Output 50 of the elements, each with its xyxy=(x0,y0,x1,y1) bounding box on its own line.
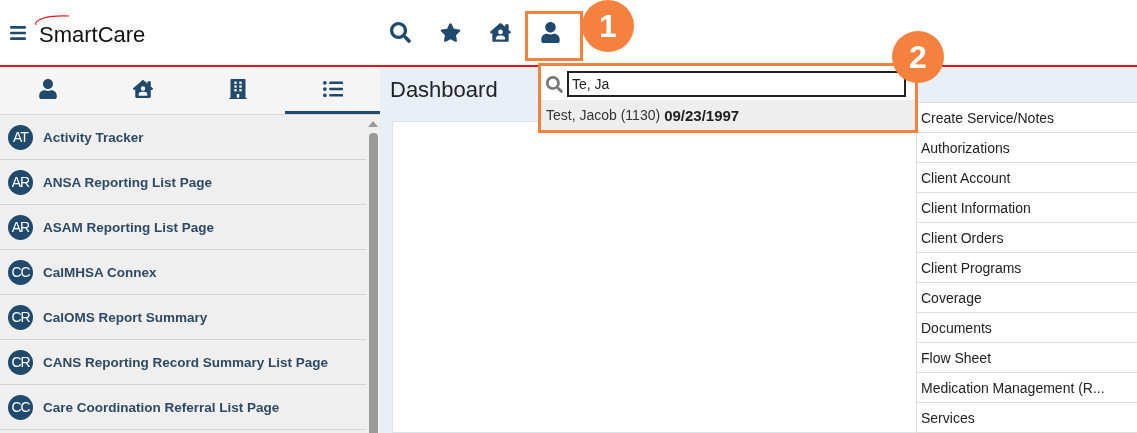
item-label: CANS Reporting Record Summary List Page xyxy=(43,354,329,370)
menu-item[interactable]: Medication Management (R... xyxy=(917,373,1137,403)
menu-item[interactable]: Client Account xyxy=(917,163,1137,193)
client-dob: 09/23/1997 xyxy=(664,106,740,124)
menu-item[interactable]: Client Orders xyxy=(917,223,1137,253)
scroll-thumb[interactable] xyxy=(368,133,378,433)
menu-item[interactable]: Services xyxy=(917,403,1137,433)
menu-item[interactable]: Create Service/Notes xyxy=(917,103,1137,133)
page-title: Dashboard xyxy=(390,77,498,103)
item-label: CalMHSA Connex xyxy=(43,264,157,280)
menu-icon[interactable] xyxy=(9,23,27,42)
menu-item[interactable]: Client Programs xyxy=(917,253,1137,283)
item-label: ANSA Reporting List Page xyxy=(43,174,212,190)
initials-avatar: CR xyxy=(8,349,33,375)
sidebar-item[interactable]: CR CANS Reporting Record Summary List Page xyxy=(0,340,366,385)
search-result[interactable]: Test, Jacob (1130) 09/23/1997 xyxy=(540,100,916,130)
menu-item[interactable]: Client Information xyxy=(917,193,1137,223)
house-icon[interactable] xyxy=(488,20,512,45)
search-icon xyxy=(546,75,563,93)
sidebar-item[interactable]: AR ASAM Reporting List Page xyxy=(0,205,366,250)
list-icon xyxy=(322,79,343,99)
initials-avatar: AR xyxy=(8,214,33,240)
item-label: Activity Tracker xyxy=(43,129,144,145)
sidebar-item[interactable]: CC CalMHSA Connex xyxy=(0,250,366,295)
client-search-field[interactable]: Te, Ja xyxy=(567,71,906,97)
sidebar-item[interactable]: AT Activity Tracker xyxy=(0,115,366,160)
annotation-frame xyxy=(525,11,583,61)
person-icon[interactable] xyxy=(538,20,562,45)
sidebar-item[interactable]: AR ANSA Reporting List Page xyxy=(0,160,366,205)
initials-avatar: CR xyxy=(8,304,33,330)
initials-avatar: CC xyxy=(8,394,33,420)
initials-avatar: AR xyxy=(8,169,33,195)
menu-item[interactable]: Coverage xyxy=(917,283,1137,313)
initials-avatar: CC xyxy=(8,259,33,285)
item-label: ASAM Reporting List Page xyxy=(43,219,214,235)
building-icon xyxy=(227,79,248,99)
star-icon[interactable] xyxy=(438,20,462,45)
search-icon[interactable] xyxy=(388,20,412,45)
item-label: CalOMS Report Summary xyxy=(43,309,208,325)
item-label: Care Coordination Referral List Page xyxy=(43,399,280,415)
person-icon xyxy=(37,79,58,99)
house-icon xyxy=(132,79,153,99)
initials-avatar: AT xyxy=(8,124,33,150)
sidebar-item[interactable]: CR CalOMS Report Summary xyxy=(0,295,366,340)
sidebar-item[interactable]: CC Care Coordination Referral List Page xyxy=(0,385,366,430)
menu-item[interactable]: Flow Sheet xyxy=(917,343,1137,373)
scrollbar[interactable] xyxy=(366,115,380,433)
menu-item[interactable]: Documents xyxy=(917,313,1137,343)
client-name: Test, Jacob (1130) xyxy=(546,107,661,123)
menu-item[interactable]: Authorizations xyxy=(917,133,1137,163)
